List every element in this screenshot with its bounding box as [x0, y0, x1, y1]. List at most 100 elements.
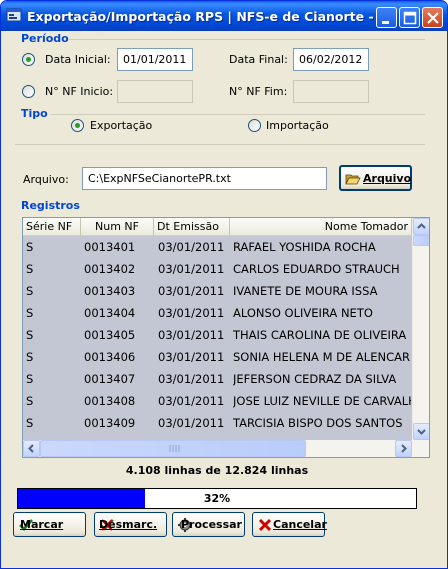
scroll-right-button[interactable] — [395, 440, 412, 457]
data-inicial-field[interactable]: 01/01/2011 — [117, 48, 193, 71]
cancelar-label: Cancelar — [273, 518, 327, 531]
window-title: Exportação/Importação RPS | NFS-e de Cia… — [27, 9, 397, 24]
periodo-section-title: Período — [21, 32, 69, 45]
table-row[interactable]: S 0013402 03/01/2011 CARLOS EDUARDO STRAUCH — [23, 258, 411, 280]
column-header-dt-emissao[interactable]: Dt Emissão — [154, 218, 230, 236]
periodo-radio-data[interactable] — [22, 53, 35, 66]
arquivo-label: Arquivo: — [23, 173, 69, 186]
table-cell: 03/01/2011 — [158, 328, 225, 342]
scroll-up-button[interactable] — [413, 218, 429, 235]
table-row[interactable]: S 0013403 03/01/2011 IVANETE DE MOURA ISSA — [23, 280, 411, 302]
desmarcar-button[interactable]: Desmarc. — [94, 512, 167, 537]
scroll-down-button[interactable] — [413, 423, 429, 440]
table-cell: IVANETE DE MOURA ISSA — [233, 284, 378, 298]
exportacao-label: Exportação — [90, 119, 153, 132]
table-cell: JEFERSON CEDRAZ DA SILVA — [233, 372, 397, 386]
chevron-up-icon — [417, 223, 426, 229]
app-icon — [6, 8, 22, 22]
horizontal-scrollbar[interactable] — [23, 440, 429, 457]
cancelar-button[interactable]: Cancelar — [252, 512, 327, 537]
registros-grid[interactable]: Série NF Num NF Dt Emissão Nome Tomador … — [22, 217, 430, 458]
chevron-down-icon — [417, 429, 426, 435]
progress-label: 32% — [203, 492, 231, 505]
table-cell: 0013407 — [84, 372, 136, 386]
table-row[interactable]: S 0013404 03/01/2011 ALONSO OLIVEIRA NETO — [23, 302, 411, 324]
arquivo-button[interactable]: Arquivo — [339, 165, 412, 191]
marcar-button[interactable]: Marcar — [13, 512, 86, 537]
tipo-section-title: Tipo — [21, 107, 48, 120]
column-header-num-nf[interactable]: Num NF — [81, 218, 154, 236]
table-row[interactable]: S 0013405 03/01/2011 THAIS CAROLINA DE OLIV… — [23, 324, 411, 346]
table-cell: 0013405 — [84, 328, 136, 342]
tipo-divider — [51, 114, 425, 115]
table-row[interactable]: S 0013406 03/01/2011 SONIA HELENA M DE ALEN… — [23, 346, 411, 368]
table-row[interactable]: S 0013401 03/01/2011 RAFAEL YOSHIDA ROCHA — [23, 236, 411, 258]
table-cell: 0013408 — [84, 394, 136, 408]
nf-fim-field[interactable] — [293, 80, 369, 103]
close-button[interactable] — [422, 7, 443, 28]
table-cell: S — [26, 372, 34, 386]
grip-icon — [169, 445, 180, 452]
table-cell: 0013401 — [84, 240, 136, 254]
table-cell: 0013409 — [84, 416, 136, 430]
title-bar[interactable]: Exportação/Importação RPS | NFS-e de Cia… — [1, 1, 447, 31]
table-cell: S — [26, 328, 34, 342]
table-row[interactable]: S 0013408 03/01/2011 JOSE LUIZ NEVILLE DE C… — [23, 390, 411, 412]
vertical-scrollbar[interactable] — [412, 218, 429, 440]
table-cell: RAFAEL YOSHIDA ROCHA — [233, 240, 376, 254]
registros-section-title: Registros — [21, 199, 80, 212]
periodo-radio-nf[interactable] — [22, 85, 35, 98]
nf-inicio-label: N° NF Inicio: — [45, 85, 114, 98]
status-text: 4.108 linhas de 12.824 linhas — [125, 464, 309, 477]
marcar-label: Marcar — [20, 518, 64, 531]
grid-header: Série NF Num NF Dt Emissão Nome Tomador — [23, 218, 411, 236]
table-cell: 0013406 — [84, 350, 136, 364]
column-header-serie[interactable]: Série NF — [23, 218, 81, 236]
table-cell: JOSE LUIZ NEVILLE DE CARVALHO — [233, 394, 411, 408]
nf-inicio-field[interactable] — [117, 80, 193, 103]
table-cell: 0013404 — [84, 306, 136, 320]
table-cell: 03/01/2011 — [158, 416, 225, 430]
data-final-label: Data Final: — [229, 53, 288, 66]
table-cell: 03/01/2011 — [158, 350, 225, 364]
table-cell: S — [26, 284, 34, 298]
table-row[interactable]: S 0013407 03/01/2011 JEFERSON CEDRAZ DA SIL… — [23, 368, 411, 390]
tipo-radio-exportacao[interactable] — [71, 119, 84, 132]
minimize-icon — [382, 21, 389, 24]
table-cell: THAIS CAROLINA DE OLIVEIRA — [233, 328, 407, 342]
table-row[interactable]: S 0013409 03/01/2011 TARCISIA BISPO DOS SAN… — [23, 412, 411, 434]
horizontal-scroll-thumb[interactable] — [40, 440, 306, 457]
table-cell: 0013403 — [84, 284, 136, 298]
table-cell: S — [26, 240, 34, 254]
table-cell: ALONSO OLIVEIRA NETO — [233, 306, 373, 320]
importacao-label: Importação — [266, 119, 329, 132]
progress-bar: 32% — [17, 488, 417, 509]
table-cell: CARLOS EDUARDO STRAUCH — [233, 262, 400, 276]
table-cell: 03/01/2011 — [158, 284, 225, 298]
table-cell: S — [26, 350, 34, 364]
data-inicial-label: Data Inicial: — [45, 53, 111, 66]
table-cell: 03/01/2011 — [158, 372, 225, 386]
chevron-left-icon — [28, 444, 34, 453]
table-cell: 03/01/2011 — [158, 394, 225, 408]
table-cell: 03/01/2011 — [158, 240, 225, 254]
processar-label: Processar — [181, 518, 242, 531]
maximize-icon — [403, 11, 417, 25]
scroll-left-button[interactable] — [23, 440, 40, 457]
column-header-nome-tomador[interactable]: Nome Tomador — [230, 218, 411, 236]
processar-button[interactable]: Processar — [172, 512, 245, 537]
table-cell: 03/01/2011 — [158, 262, 225, 276]
maximize-button[interactable] — [399, 7, 420, 28]
tipo-bottom-divider — [15, 144, 425, 145]
nf-fim-label: N° NF Fim: — [229, 85, 288, 98]
tipo-radio-importacao[interactable] — [248, 119, 261, 132]
data-final-field[interactable]: 06/02/2012 — [293, 48, 369, 71]
cancel-icon — [258, 518, 272, 532]
chevron-right-icon — [401, 444, 407, 453]
minimize-button[interactable] — [376, 7, 397, 28]
table-cell: TARCISIA BISPO DOS SANTOS — [233, 416, 403, 430]
vertical-scroll-thumb[interactable] — [413, 235, 429, 246]
periodo-divider — [69, 39, 425, 40]
arquivo-field[interactable]: C:\ExpNFSeCianortePR.txt — [82, 167, 327, 190]
folder-open-icon — [345, 174, 361, 185]
